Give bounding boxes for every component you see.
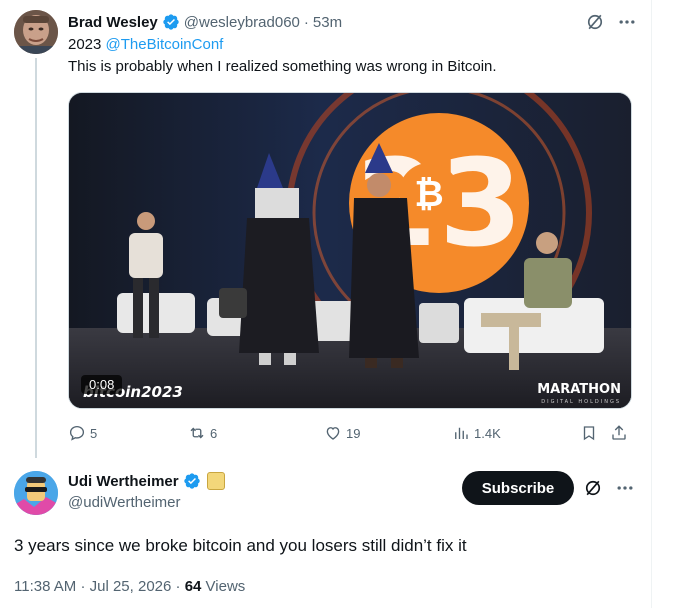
like-count: 19 xyxy=(346,425,361,441)
main-tweet-icons xyxy=(583,478,635,498)
views-button[interactable]: 1.4K xyxy=(452,424,501,442)
subscribe-button[interactable]: Subscribe xyxy=(462,471,574,505)
grok-icon[interactable] xyxy=(583,478,603,498)
views-count: 1.4K xyxy=(474,425,501,441)
separator-dot: · xyxy=(303,13,309,31)
main-tweet-text: 3 years since we broke bitcoin and you l… xyxy=(14,536,467,555)
heart-icon xyxy=(326,427,340,440)
main-tweet-name-row: Udi Wertheimer xyxy=(68,472,225,490)
affiliate-badge-icon[interactable] xyxy=(206,472,225,490)
verified-badge-icon xyxy=(183,473,200,489)
column-border xyxy=(651,0,652,608)
more-options-icon[interactable] xyxy=(615,478,635,498)
thread-connector-line xyxy=(35,58,37,458)
brad-wesley-avatar[interactable] xyxy=(14,10,58,54)
tweet-views-count: 64 xyxy=(184,578,202,595)
tweet-time[interactable]: 11:38 AM xyxy=(14,578,76,595)
tweet-views-label: Views xyxy=(205,578,246,595)
udi-wertheimer-avatar[interactable] xyxy=(14,471,58,515)
time-ago[interactable]: 53m xyxy=(313,14,342,31)
analytics-icon xyxy=(455,427,468,439)
author-handle[interactable]: @wesleybrad060 xyxy=(184,14,300,31)
author-name[interactable]: Udi Wertheimer xyxy=(68,473,179,490)
repost-count: 6 xyxy=(210,425,218,441)
more-options-icon[interactable] xyxy=(617,12,637,32)
bookmark-icon xyxy=(583,426,595,441)
grok-icon[interactable] xyxy=(585,12,605,32)
quoted-tweet-actions: 5 6 19 1.4K xyxy=(68,424,632,444)
video-timestamp: 0:08 xyxy=(81,375,123,394)
share-button[interactable] xyxy=(610,424,628,442)
quoted-tweet-icons xyxy=(585,12,637,32)
reply-count: 5 xyxy=(90,425,98,441)
tweet-date[interactable]: Jul 25, 2026 xyxy=(90,578,172,595)
svg-text:₿: ₿ xyxy=(414,174,443,215)
mention-link[interactable]: @TheBitcoinConf xyxy=(106,36,224,53)
like-button[interactable]: 19 xyxy=(324,424,360,442)
share-icon xyxy=(612,425,626,440)
line1-prefix: 2023 xyxy=(68,36,106,53)
reply-button[interactable]: 5 xyxy=(68,424,97,442)
repost-button[interactable]: 6 xyxy=(188,424,217,442)
bookmark-button[interactable] xyxy=(580,424,598,442)
separator-dot: · xyxy=(80,578,90,595)
verified-badge-icon xyxy=(163,14,179,30)
video-watermark-right-sub: DIGITAL HOLDINGS xyxy=(541,399,621,405)
quoted-tweet-line1: 2023 @TheBitcoinConf xyxy=(68,36,223,53)
video-player[interactable]: 23 ₿ bitcoin2023 M xyxy=(68,92,632,409)
reply-icon xyxy=(69,425,85,441)
main-tweet-meta: 11:38 AM · Jul 25, 2026 · 64 Views xyxy=(14,578,245,595)
quoted-tweet-line2: This is probably when I realized somethi… xyxy=(68,58,497,75)
repost-icon xyxy=(190,427,204,439)
quoted-tweet-header: Brad Wesley @wesleybrad060 · 53m xyxy=(68,12,342,32)
video-watermark-right: MARATHON xyxy=(537,382,621,397)
separator-dot: · xyxy=(175,578,185,595)
author-name[interactable]: Brad Wesley xyxy=(68,14,158,31)
author-handle[interactable]: @udiWertheimer xyxy=(68,494,181,511)
